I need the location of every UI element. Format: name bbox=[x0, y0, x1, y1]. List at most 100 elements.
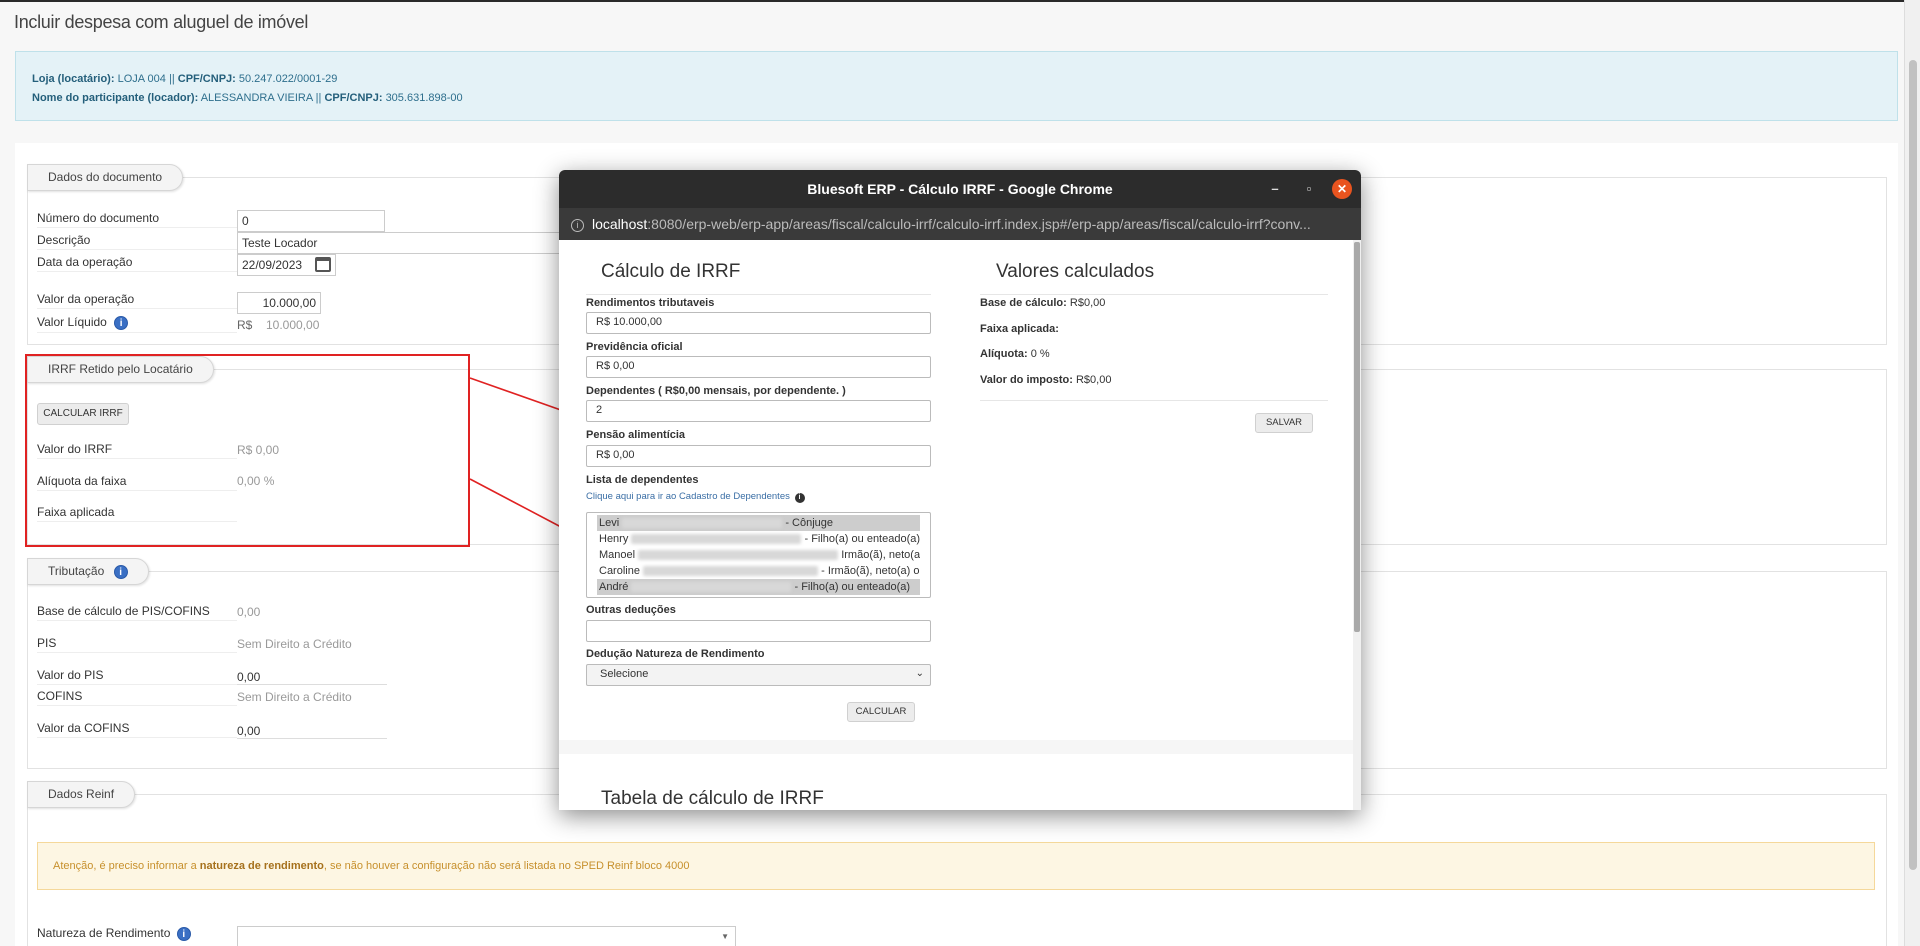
base-calculo-value: 0,00 bbox=[237, 605, 261, 619]
info-box: Loja (locatário): LOJA 004 || CPF/CNPJ: … bbox=[15, 51, 1898, 121]
cadastro-link-text[interactable]: Clique aqui para ir ao Cadastro de Depen… bbox=[586, 491, 790, 502]
deducao-natureza-label: Dedução Natureza de Rendimento bbox=[586, 648, 765, 660]
data-input[interactable]: 22/09/2023 bbox=[237, 254, 336, 276]
valor-operacao-input[interactable]: 10.000,00 bbox=[237, 292, 321, 314]
calcular-button[interactable]: CALCULAR bbox=[847, 702, 915, 722]
popup-body: Cálculo de IRRF Rendimentos tributaveis … bbox=[559, 240, 1361, 810]
popup-titlebar[interactable]: Bluesoft ERP - Cálculo IRRF - Google Chr… bbox=[559, 170, 1361, 208]
popup-title: Bluesoft ERP - Cálculo IRRF - Google Chr… bbox=[807, 181, 1113, 197]
faixa-row: Faixa aplicada: bbox=[980, 323, 1059, 335]
list-item[interactable]: Levi - Cônjuge bbox=[597, 515, 920, 531]
maximize-icon[interactable]: ▫ bbox=[1299, 179, 1319, 199]
faixa-label: Faixa aplicada: bbox=[980, 323, 1059, 335]
valor-operacao-label: Valor da operação bbox=[37, 292, 237, 309]
list-item[interactable]: Henry - Filho(a) ou enteado(a) bbox=[597, 531, 920, 547]
info-icon[interactable]: i bbox=[113, 564, 128, 579]
dependentes-label: Dependentes ( R$0,00 mensais, por depend… bbox=[586, 385, 846, 397]
valor-liquido-value: 10.000,00 bbox=[266, 318, 320, 332]
base-calculo-label: Base de cálculo de PIS/COFINS bbox=[37, 604, 237, 621]
lista-dependentes-label: Lista de dependentes bbox=[586, 474, 699, 486]
dependentes-list[interactable]: Levi - Cônjuge Henry - Filho(a) ou entea… bbox=[586, 512, 931, 598]
dependente-nome: Levi bbox=[599, 517, 620, 529]
divider bbox=[980, 400, 1328, 401]
cpf-value: 305.631.898-00 bbox=[385, 92, 463, 104]
loja-value: LOJA 004 bbox=[117, 73, 166, 85]
valor-cofins-label: Valor da COFINS bbox=[37, 721, 237, 738]
scrollbar-thumb[interactable] bbox=[1354, 242, 1360, 632]
page-title: Incluir despesa com aluguel de imóvel bbox=[14, 12, 309, 32]
calendar-icon[interactable] bbox=[315, 257, 331, 272]
pensao-label: Pensão alimentícia bbox=[586, 429, 686, 441]
dependente-nome: Caroline bbox=[599, 565, 640, 577]
calc-title: Cálculo de IRRF bbox=[601, 261, 741, 282]
data-value: 22/09/2023 bbox=[242, 258, 303, 272]
natureza-select[interactable]: ▼ bbox=[237, 926, 736, 946]
salvar-button[interactable]: SALVAR bbox=[1255, 413, 1313, 433]
valor-cofins-input[interactable]: 0,00 bbox=[237, 724, 387, 739]
imposto-value: R$0,00 bbox=[1075, 374, 1112, 386]
list-item[interactable]: André - Filho(a) ou enteado(a) bbox=[597, 579, 920, 595]
rendimentos-label: Rendimentos tributaveis bbox=[586, 297, 715, 309]
deducao-natureza-select[interactable]: Selecione ⌄ bbox=[586, 664, 931, 686]
url-bar[interactable]: i localhost:8080/erp-web/erp-app/areas/fi… bbox=[559, 208, 1361, 240]
legend-tributacao: Tributação i bbox=[27, 558, 149, 585]
numero-label: Número do documento bbox=[37, 211, 237, 228]
valor-pis-input[interactable]: 0,00 bbox=[237, 670, 387, 685]
dependentes-input[interactable]: 2 bbox=[586, 400, 931, 422]
dependente-nome: Henry bbox=[599, 533, 629, 545]
url-host: localhost bbox=[592, 216, 648, 232]
cpf-label: CPF/CNPJ: bbox=[324, 92, 383, 104]
descricao-label: Descrição bbox=[37, 233, 237, 250]
numero-input[interactable]: 0 bbox=[237, 210, 385, 232]
info-icon[interactable]: i bbox=[114, 315, 129, 330]
separator: || bbox=[315, 92, 322, 104]
select-value: Selecione bbox=[600, 668, 649, 680]
redacted bbox=[643, 566, 819, 577]
base-value: R$0,00 bbox=[1069, 297, 1106, 309]
warning-bold: natureza de rendimento bbox=[199, 860, 324, 872]
page-scrollbar[interactable] bbox=[1904, 0, 1920, 946]
imposto-label: Valor do imposto: bbox=[980, 374, 1073, 386]
natureza-label: Natureza de Rendimento i bbox=[37, 926, 237, 943]
dependente-relacao: Irmão(ã), neto(a) bbox=[841, 549, 920, 561]
outras-deducoes-label: Outras deduções bbox=[586, 604, 676, 616]
previdencia-input[interactable]: R$ 0,00 bbox=[586, 356, 931, 378]
chevron-down-icon: ▼ bbox=[721, 932, 729, 941]
participante-label: Nome do participante (locador): bbox=[32, 92, 199, 104]
popup-scrollbar[interactable] bbox=[1353, 240, 1361, 810]
tabela-title: Tabela de cálculo de IRRF bbox=[601, 788, 824, 809]
natureza-text: Natureza de Rendimento bbox=[37, 926, 171, 940]
info-icon[interactable]: i bbox=[176, 926, 191, 941]
outras-deducoes-input[interactable] bbox=[586, 620, 931, 642]
cadastro-dependentes-link[interactable]: Clique aqui para ir ao Cadastro de Depen… bbox=[586, 491, 805, 503]
info-line-loja: Loja (locatário): LOJA 004 || CPF/CNPJ: … bbox=[32, 70, 1881, 89]
dependente-relacao: - Filho(a) ou enteado(a) bbox=[794, 581, 911, 593]
warning-box: Atenção, é preciso informar a natureza d… bbox=[37, 842, 1875, 890]
highlight-box bbox=[25, 354, 470, 547]
divider bbox=[980, 294, 1328, 295]
cofins-value: Sem Direito a Crédito bbox=[237, 690, 352, 704]
participante-value: ALESSANDRA VIEIRA bbox=[200, 92, 313, 104]
list-item[interactable]: Manoel Irmão(ã), neto(a) bbox=[597, 547, 920, 563]
cofins-label: COFINS bbox=[37, 689, 237, 706]
valor-liquido-text: Valor Líquido bbox=[37, 315, 107, 329]
cpf-label: CPF/CNPJ: bbox=[177, 73, 236, 85]
redacted bbox=[638, 550, 839, 561]
pis-label: PIS bbox=[37, 636, 237, 653]
valores-title: Valores calculados bbox=[996, 261, 1155, 282]
minimize-icon[interactable]: – bbox=[1265, 179, 1285, 199]
separator: || bbox=[168, 73, 175, 85]
pensao-input[interactable]: R$ 0,00 bbox=[586, 445, 931, 467]
list-item[interactable]: Caroline - Irmão(ã), neto(a) o bbox=[597, 563, 920, 579]
redacted bbox=[631, 534, 802, 545]
dependente-nome: Manoel bbox=[599, 549, 636, 561]
rendimentos-input[interactable]: R$ 10.000,00 bbox=[586, 312, 931, 334]
dependente-relacao: - Filho(a) ou enteado(a) bbox=[804, 533, 920, 545]
scrollbar-thumb[interactable] bbox=[1909, 60, 1917, 870]
close-icon[interactable]: ✕ bbox=[1332, 179, 1352, 199]
descricao-input[interactable]: Teste Locador bbox=[237, 232, 567, 254]
info-icon: i bbox=[794, 493, 805, 503]
legend-reinf: Dados Reinf bbox=[27, 781, 136, 808]
legend-documento: Dados do documento bbox=[27, 164, 184, 191]
popup-window: Bluesoft ERP - Cálculo IRRF - Google Chr… bbox=[559, 170, 1361, 810]
